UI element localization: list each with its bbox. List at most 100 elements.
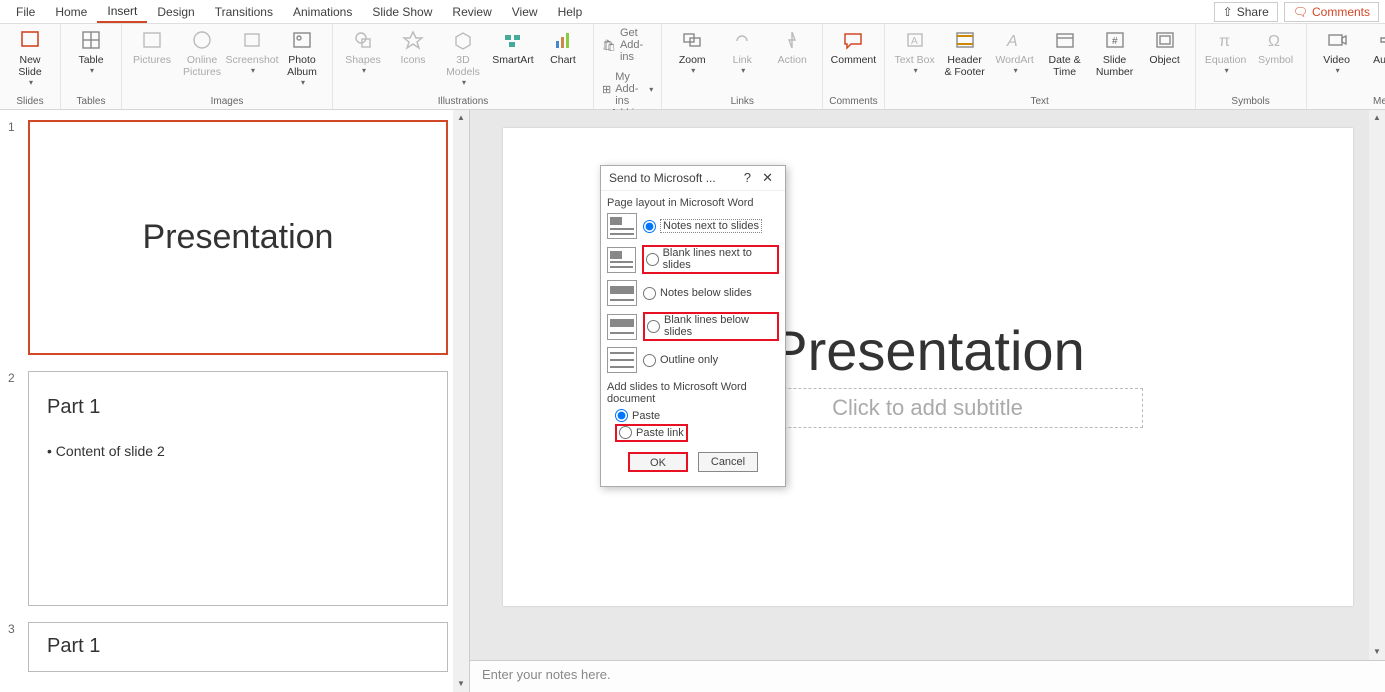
scroll-up-icon[interactable]: ▲	[1369, 110, 1385, 126]
date-time-button[interactable]: Date & Time	[1041, 26, 1089, 80]
object-button[interactable]: Object	[1141, 26, 1189, 68]
video-icon	[1325, 28, 1349, 52]
table-button[interactable]: Table	[67, 26, 115, 77]
tab-transitions[interactable]: Transitions	[205, 2, 283, 22]
group-symbols: πEquation ΩSymbol Symbols	[1196, 24, 1307, 109]
layout-thumb-icon	[607, 314, 637, 340]
tab-insert[interactable]: Insert	[97, 1, 147, 23]
tab-file[interactable]: File	[6, 2, 45, 22]
tab-review[interactable]: Review	[442, 2, 501, 22]
dialog-section-layout: Page layout in Microsoft Word	[607, 197, 779, 209]
group-images: Pictures Online Pictures Screenshot Phot…	[122, 24, 333, 109]
comment-button[interactable]: Comment	[829, 26, 877, 68]
ok-button[interactable]: OK	[628, 452, 688, 472]
svg-text:π: π	[1219, 33, 1230, 50]
table-icon	[79, 28, 103, 52]
shapes-button[interactable]: Shapes	[339, 26, 387, 77]
equation-button[interactable]: πEquation	[1202, 26, 1250, 77]
tab-view[interactable]: View	[502, 2, 548, 22]
radio-input[interactable]	[647, 320, 660, 333]
editor-scrollbar[interactable]: ▲ ▼	[1369, 110, 1385, 660]
icons-button[interactable]: Icons	[389, 26, 437, 68]
pictures-button[interactable]: Pictures	[128, 26, 176, 68]
my-addins-button[interactable]: ⊞My Add-ins	[600, 70, 655, 108]
radio-label: Paste link	[636, 427, 684, 439]
tab-slideshow[interactable]: Slide Show	[362, 2, 442, 22]
slide-title[interactable]: Presentation	[770, 318, 1084, 383]
symbol-button[interactable]: ΩSymbol	[1252, 26, 1300, 68]
group-links: Zoom Link Action Links	[662, 24, 823, 109]
models-button[interactable]: 3D Models	[439, 26, 487, 89]
new-slide-label: New Slide	[8, 54, 52, 78]
radio-outline[interactable]: Outline only	[643, 354, 718, 367]
get-addins-label: Get Add-ins	[620, 27, 653, 63]
wordart-button[interactable]: AWordArt	[991, 26, 1039, 77]
radio-input[interactable]	[646, 253, 659, 266]
my-addins-label: My Add-ins	[615, 71, 643, 107]
zoom-button[interactable]: Zoom	[668, 26, 716, 77]
slide-number-button[interactable]: #Slide Number	[1091, 26, 1139, 80]
tab-design[interactable]: Design	[147, 2, 204, 22]
radio-notes-below[interactable]: Notes below slides	[643, 287, 752, 300]
store-icon: 🛍	[602, 38, 616, 52]
models-label: 3D Models	[441, 54, 485, 78]
radio-blank-next[interactable]: Blank lines next to slides	[642, 245, 779, 274]
dialog-close-button[interactable]: ✕	[758, 170, 777, 185]
icons-label: Icons	[400, 54, 425, 66]
textbox-button[interactable]: AText Box	[891, 26, 939, 77]
layout-thumb-icon	[607, 247, 636, 273]
radio-notes-next[interactable]: Notes next to slides	[643, 219, 762, 233]
group-comments-label: Comments	[829, 96, 877, 109]
cancel-button[interactable]: Cancel	[698, 452, 758, 472]
new-slide-button[interactable]: New Slide	[6, 26, 54, 89]
equation-icon: π	[1214, 28, 1238, 52]
radio-input[interactable]	[643, 220, 656, 233]
thumb-scrollbar[interactable]: ▲ ▼	[453, 110, 469, 692]
smartart-button[interactable]: SmartArt	[489, 26, 537, 68]
radio-input[interactable]	[619, 426, 632, 439]
comments-button[interactable]: 🗨Comments	[1284, 2, 1379, 22]
audio-button[interactable]: Audio	[1363, 26, 1385, 77]
link-button[interactable]: Link	[718, 26, 766, 77]
notes-pane[interactable]: Enter your notes here.	[470, 660, 1385, 692]
radio-input[interactable]	[615, 409, 628, 422]
scroll-down-icon[interactable]: ▼	[1369, 644, 1385, 660]
scroll-up-icon[interactable]: ▲	[453, 110, 469, 126]
radio-label: Paste	[632, 410, 660, 422]
comment-icon: 🗨	[1293, 5, 1308, 19]
group-illustrations-label: Illustrations	[438, 96, 489, 109]
photo-album-button[interactable]: Photo Album	[278, 26, 326, 89]
radio-input[interactable]	[643, 287, 656, 300]
group-media-label: Media	[1373, 96, 1385, 109]
header-footer-icon	[953, 28, 977, 52]
action-button[interactable]: Action	[768, 26, 816, 68]
dialog-help-button[interactable]: ?	[740, 170, 755, 185]
thumbnail-slide-2[interactable]: Part 1 • Content of slide 2	[28, 371, 448, 606]
chart-button[interactable]: Chart	[539, 26, 587, 68]
radio-paste-link[interactable]: Paste link	[615, 424, 688, 442]
group-addins: 🛍Get Add-ins ⊞My Add-ins Add-ins	[594, 24, 662, 109]
online-pictures-button[interactable]: Online Pictures	[178, 26, 226, 80]
audio-icon	[1375, 28, 1385, 52]
radio-paste[interactable]: Paste	[615, 409, 779, 422]
models-icon	[451, 28, 475, 52]
radio-blank-below[interactable]: Blank lines below slides	[643, 312, 779, 341]
share-button[interactable]: ⇧Share	[1214, 2, 1278, 22]
tab-help[interactable]: Help	[548, 2, 593, 22]
screenshot-icon	[240, 28, 264, 52]
thumbnail-panel[interactable]: 1 Presentation 2 Part 1 • Content of sli…	[0, 110, 470, 692]
radio-input[interactable]	[643, 354, 656, 367]
header-footer-button[interactable]: Header & Footer	[941, 26, 989, 80]
menu-bar: File Home Insert Design Transitions Anim…	[0, 0, 1385, 24]
thumbnail-slide-1[interactable]: Presentation	[28, 120, 448, 355]
tab-home[interactable]: Home	[45, 2, 97, 22]
screenshot-button[interactable]: Screenshot	[228, 26, 276, 77]
get-addins-button[interactable]: 🛍 Get Add-ins	[600, 26, 655, 64]
symbol-icon: Ω	[1264, 28, 1288, 52]
video-button[interactable]: Video	[1313, 26, 1361, 77]
tab-animations[interactable]: Animations	[283, 2, 362, 22]
option-outline: Outline only	[607, 347, 779, 373]
thumb-number: 3	[8, 622, 20, 672]
thumbnail-slide-3[interactable]: Part 1	[28, 622, 448, 672]
scroll-down-icon[interactable]: ▼	[453, 676, 469, 692]
